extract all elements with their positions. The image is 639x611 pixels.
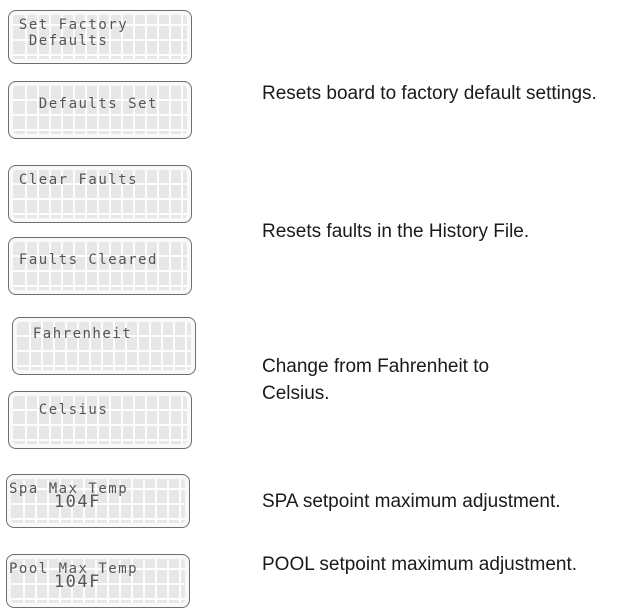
lcd-line-2: Celsius <box>9 402 109 418</box>
lcd-set-factory-defaults: Set Factory Defaults <box>8 10 192 64</box>
lcd-line-2: Faults Cleared <box>9 252 158 268</box>
lcd-pool-max-temp: Pool Max Temp 104F <box>6 554 190 608</box>
lcd-celsius: Celsius <box>8 391 192 449</box>
lcd-line-2: Defaults Set <box>9 96 158 112</box>
lcd-line-2: 104F <box>7 572 101 592</box>
lcd-defaults-set: Defaults Set <box>8 81 192 139</box>
lcd-line-1: Set Factory <box>9 17 129 33</box>
description-spa-max: SPA setpoint maximum adjustment. <box>262 491 561 512</box>
lcd-line-1: Fahrenheit <box>13 326 133 342</box>
lcd-fahrenheit: Fahrenheit <box>12 317 196 375</box>
lcd-line-2: Defaults <box>9 33 109 49</box>
lcd-faults-cleared: Faults Cleared <box>8 237 192 295</box>
lcd-clear-faults: Clear Faults <box>8 165 192 223</box>
lcd-spa-max-temp: Spa Max Temp 104F <box>6 474 190 528</box>
description-units: Change from Fahrenheit to Celsius. <box>262 356 490 404</box>
description-pool-max: POOL setpoint maximum adjustment. <box>262 554 578 575</box>
lcd-line-1: Clear Faults <box>9 172 139 188</box>
description-factory-defaults: Resets board to factory default settings… <box>262 83 597 104</box>
description-clear-faults: Resets faults in the History File. <box>262 221 530 242</box>
lcd-line-2: 104F <box>7 492 101 512</box>
